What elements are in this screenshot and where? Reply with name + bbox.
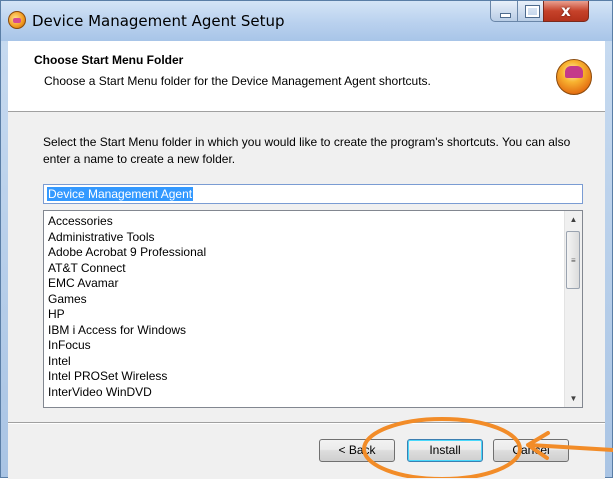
- footer-divider: [8, 422, 605, 424]
- list-item[interactable]: AT&T Connect: [48, 261, 558, 277]
- list-item[interactable]: InterVideo WinDVD: [48, 385, 558, 401]
- list-scrollbar[interactable]: ▲ ≡ ▼: [564, 211, 582, 407]
- grip-icon: ≡: [571, 256, 576, 265]
- list-item[interactable]: Intel PROSet Wireless: [48, 369, 558, 385]
- minimize-icon: [500, 13, 511, 18]
- folder-name-input[interactable]: Device Management Agent: [43, 184, 583, 204]
- scrollbar-thumb[interactable]: ≡: [566, 231, 580, 289]
- wizard-body: Select the Start Menu folder in which yo…: [8, 112, 605, 479]
- list-item[interactable]: Games: [48, 292, 558, 308]
- wizard-header: Choose Start Menu Folder Choose a Start …: [8, 41, 605, 112]
- folder-list: Accessories Administrative Tools Adobe Acr…: [48, 214, 558, 400]
- list-item[interactable]: InFocus: [48, 338, 558, 354]
- list-item[interactable]: EMC Avamar: [48, 276, 558, 292]
- page-subtitle: Choose a Start Menu folder for the Devic…: [44, 74, 431, 88]
- list-item[interactable]: Intel: [48, 354, 558, 370]
- list-item[interactable]: Accessories: [48, 214, 558, 230]
- close-button[interactable]: x: [543, 1, 589, 22]
- minimize-button[interactable]: [490, 1, 518, 22]
- back-button[interactable]: < Back: [319, 439, 395, 462]
- cancel-button[interactable]: Cancel: [493, 439, 569, 462]
- list-item[interactable]: Administrative Tools: [48, 230, 558, 246]
- installer-logo-icon: [556, 59, 592, 95]
- list-item[interactable]: HP: [48, 307, 558, 323]
- install-button[interactable]: Install: [407, 439, 483, 462]
- page-title: Choose Start Menu Folder: [34, 53, 184, 67]
- list-item[interactable]: Adobe Acrobat 9 Professional: [48, 245, 558, 261]
- maximize-icon: [525, 5, 540, 18]
- window-title: Device Management Agent Setup: [32, 12, 285, 30]
- folder-name-value: Device Management Agent: [47, 187, 194, 201]
- instructions-text: Select the Start Menu folder in which yo…: [43, 135, 571, 166]
- setup-window: Device Management Agent Setup x Choose S…: [0, 0, 613, 479]
- scroll-up-icon[interactable]: ▲: [565, 211, 582, 228]
- folder-listbox[interactable]: Accessories Administrative Tools Adobe Acr…: [43, 210, 583, 408]
- list-item[interactable]: IBM i Access for Windows: [48, 323, 558, 339]
- scroll-down-icon[interactable]: ▼: [565, 390, 582, 407]
- maximize-button[interactable]: [517, 1, 544, 22]
- setup-app-icon: [8, 11, 26, 29]
- close-icon: x: [561, 2, 571, 20]
- title-bar[interactable]: Device Management Agent Setup x: [1, 1, 612, 41]
